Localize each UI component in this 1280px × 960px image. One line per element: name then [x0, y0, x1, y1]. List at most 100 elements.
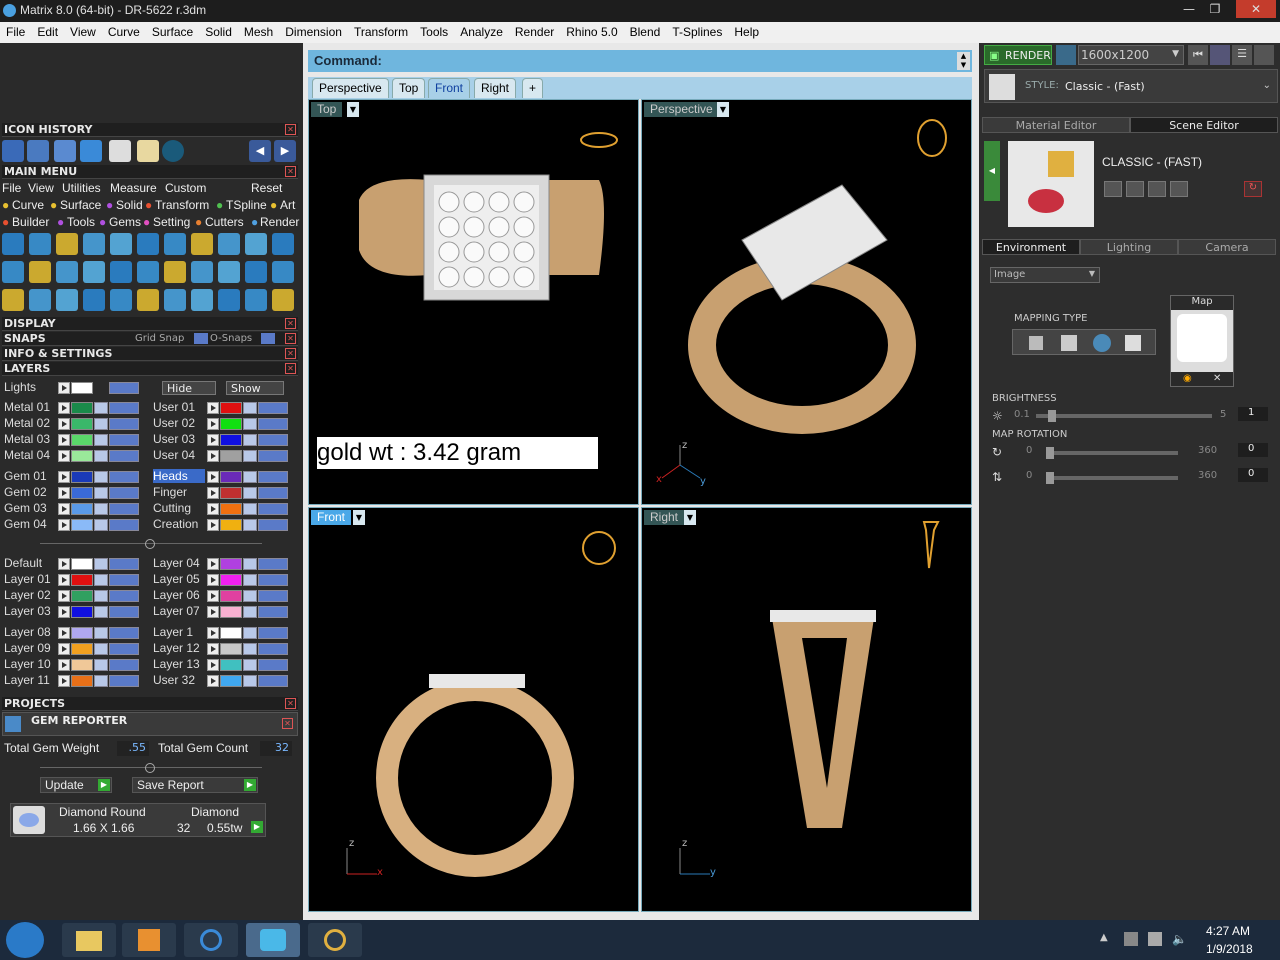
menu-mesh[interactable]: Mesh	[238, 22, 279, 43]
brightness-slider-knob[interactable]	[1048, 410, 1056, 422]
matrix-app-icon[interactable]	[246, 923, 300, 957]
layer-row[interactable]: Creation	[153, 517, 293, 532]
action-center-icon[interactable]	[1124, 932, 1138, 946]
rotation1-slider-knob[interactable]	[1046, 447, 1054, 459]
arrow-icon[interactable]	[207, 450, 219, 462]
tree-icon[interactable]	[27, 140, 49, 162]
color-swatch[interactable]	[220, 487, 242, 499]
back-arrow-icon[interactable]: ◀	[249, 140, 271, 162]
arrow-icon[interactable]	[207, 519, 219, 531]
menu-rhino[interactable]: Rhino 5.0	[560, 22, 623, 43]
color-swatch[interactable]	[71, 418, 93, 430]
arrow-icon[interactable]	[207, 503, 219, 515]
command-scroll[interactable]: ▲ ▼	[957, 52, 970, 70]
arrow-icon[interactable]	[207, 643, 219, 655]
start-button[interactable]	[6, 922, 44, 958]
layer-row[interactable]: Metal 02	[4, 416, 144, 431]
tab-environment[interactable]: Environment	[982, 239, 1080, 255]
layer-row[interactable]: Layer 07	[153, 604, 293, 619]
o-snaps-toggle[interactable]	[261, 333, 275, 344]
color-swatch[interactable]	[71, 675, 93, 687]
resolution-select[interactable]: 1600x1200 ▼	[1078, 45, 1184, 65]
mm-cutters[interactable]: Cutters	[205, 215, 244, 229]
tab-material-editor[interactable]: Material Editor	[982, 117, 1130, 133]
tab-right[interactable]: Right	[474, 78, 517, 98]
forward-arrow-icon[interactable]: ▶	[274, 140, 296, 162]
visibility-toggle[interactable]	[109, 450, 139, 462]
visibility-toggle[interactable]	[109, 606, 139, 618]
color-swatch[interactable]	[71, 402, 93, 414]
layer-name[interactable]: User 04	[153, 448, 205, 462]
layer-row[interactable]: Metal 01	[4, 400, 144, 415]
mm-art[interactable]: Art	[280, 198, 295, 212]
color-swatch[interactable]	[220, 402, 242, 414]
tool-icon[interactable]	[272, 261, 294, 283]
arrow-icon[interactable]	[207, 402, 219, 414]
menu-dimension[interactable]: Dimension	[279, 22, 348, 43]
arrow-icon[interactable]	[58, 418, 70, 430]
lock-icon[interactable]	[243, 434, 257, 446]
play-icon[interactable]: ▶	[251, 821, 263, 833]
hide-button[interactable]: Hide	[162, 381, 216, 395]
collapse-icon[interactable]	[145, 763, 155, 773]
layer-name[interactable]: User 03	[153, 432, 205, 446]
tool-icon[interactable]	[218, 289, 240, 311]
menu-analyze[interactable]: Analyze	[454, 22, 509, 43]
mm-curve[interactable]: Curve	[12, 198, 44, 212]
tool-icon[interactable]	[218, 233, 240, 255]
menu-transform[interactable]: Transform	[348, 22, 414, 43]
tab-perspective[interactable]: Perspective	[312, 78, 389, 98]
layer-name[interactable]: Gem 04	[4, 517, 56, 531]
lock-icon[interactable]	[94, 519, 108, 531]
mm-setting[interactable]: Setting	[153, 215, 190, 229]
arrow-icon[interactable]	[58, 487, 70, 499]
menu-blend[interactable]: Blend	[624, 22, 667, 43]
close-icon[interactable]: ✕	[285, 348, 296, 359]
tool-icon[interactable]	[29, 233, 51, 255]
visibility-toggle[interactable]	[258, 471, 288, 483]
update-button[interactable]: Update ▶	[40, 777, 112, 793]
color-swatch[interactable]	[71, 471, 93, 483]
tool-icon[interactable]	[110, 261, 132, 283]
arrow-icon[interactable]	[207, 606, 219, 618]
export-icon[interactable]	[1148, 181, 1166, 197]
tool-icon[interactable]	[56, 289, 78, 311]
maximize-button[interactable]: ❐	[1202, 0, 1228, 18]
layer-name[interactable]: Layer 07	[153, 604, 205, 618]
import-icon[interactable]	[1170, 181, 1188, 197]
lock-icon[interactable]	[243, 487, 257, 499]
color-swatch[interactable]	[220, 471, 242, 483]
collapse-icon[interactable]	[145, 539, 155, 549]
rotation2-slider[interactable]	[1046, 472, 1178, 484]
layer-name[interactable]: Heads	[153, 469, 205, 483]
color-swatch[interactable]	[220, 418, 242, 430]
tool-icon[interactable]	[164, 233, 186, 255]
lock-icon[interactable]	[243, 418, 257, 430]
mm-tspline[interactable]: TSpline	[226, 198, 267, 212]
layer-name[interactable]: Layer 09	[4, 641, 56, 655]
layer-name[interactable]: Layer 1	[153, 625, 205, 639]
arrow-icon[interactable]	[58, 659, 70, 671]
tool-icon[interactable]	[245, 261, 267, 283]
lock-icon[interactable]	[94, 487, 108, 499]
close-icon[interactable]: ✕	[285, 333, 296, 344]
close-icon[interactable]: ✕	[285, 166, 296, 177]
icon-history-header[interactable]: ICON HISTORY ✕	[2, 123, 298, 137]
color-swatch[interactable]	[220, 643, 242, 655]
arrow-icon[interactable]	[58, 503, 70, 515]
visibility-toggle[interactable]	[109, 643, 139, 655]
light-probe-icon[interactable]	[1125, 335, 1141, 351]
layer-name[interactable]: Layer 03	[4, 604, 56, 618]
layer-name[interactable]: Metal 02	[4, 416, 56, 430]
tool-icon[interactable]	[191, 261, 213, 283]
visibility-toggle[interactable]	[109, 659, 139, 671]
arrow-icon[interactable]	[58, 643, 70, 655]
lock-icon[interactable]	[94, 590, 108, 602]
layer-row[interactable]: Default	[4, 556, 144, 571]
tab-top[interactable]: Top	[392, 78, 426, 98]
tool-icon[interactable]	[245, 289, 267, 311]
lock-icon[interactable]	[243, 659, 257, 671]
save-icon[interactable]	[109, 140, 131, 162]
layer-row[interactable]: User 01	[153, 400, 293, 415]
planar-map-icon[interactable]	[1029, 336, 1043, 350]
